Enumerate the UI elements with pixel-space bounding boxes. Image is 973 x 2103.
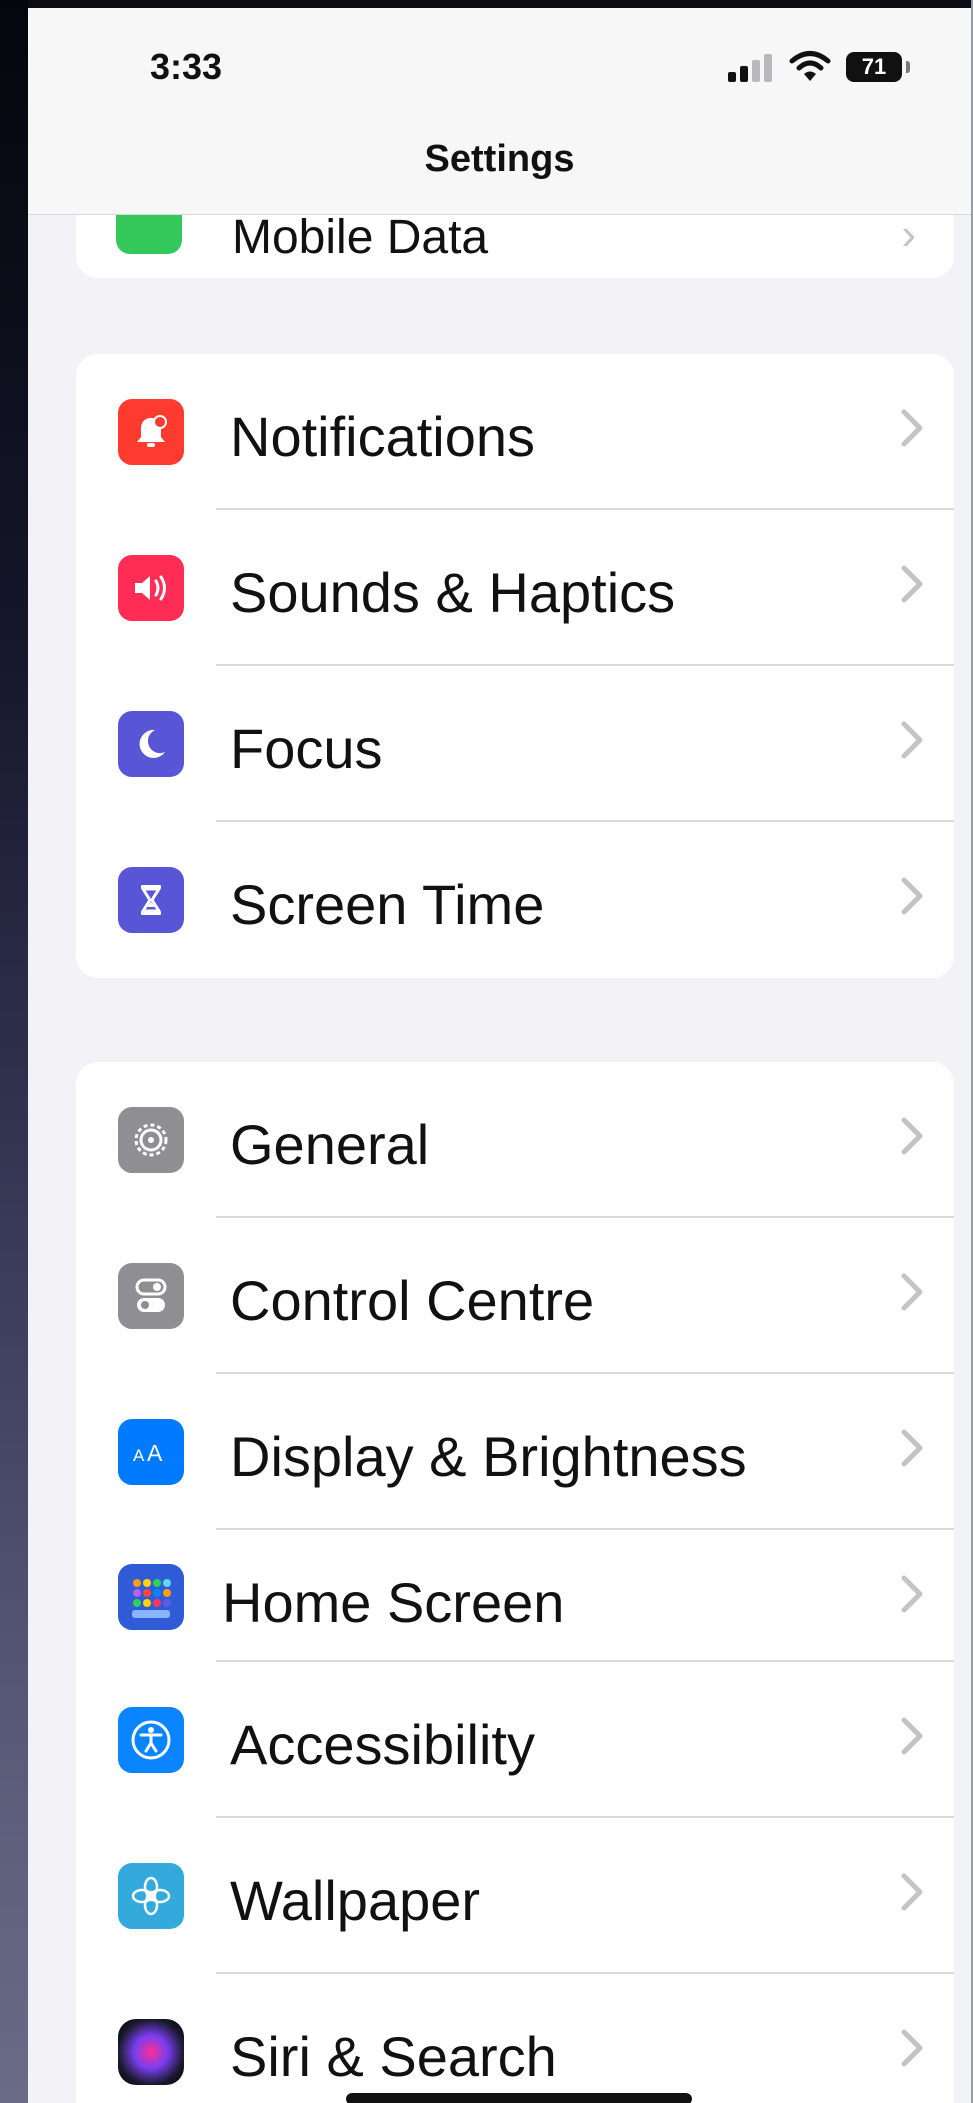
- chevron-right-icon: [901, 721, 923, 759]
- settings-row-general[interactable]: General: [76, 1062, 954, 1218]
- home-indicator[interactable]: [346, 2093, 692, 2103]
- svg-text:A: A: [147, 1440, 163, 1466]
- chevron-right-icon: ›: [901, 210, 916, 259]
- chevron-right-icon: [901, 1575, 923, 1613]
- row-label: Accessibility: [230, 1713, 535, 1776]
- row-label: Wallpaper: [230, 1869, 481, 1932]
- settings-group-general: General Control Centre A A Display & Bri…: [76, 1062, 954, 2103]
- mobile-data-label: Mobile Data: [232, 211, 489, 264]
- row-label: Control Centre: [230, 1269, 595, 1332]
- chevron-right-icon: [901, 1429, 923, 1467]
- app-grid-icon: [118, 1564, 184, 1630]
- row-label: Siri & Search: [230, 2025, 557, 2088]
- settings-row-screen-time[interactable]: Screen Time: [76, 822, 954, 978]
- battery-cap: [906, 61, 910, 73]
- row-label: General: [230, 1113, 430, 1176]
- chevron-right-icon: [901, 1717, 923, 1755]
- row-label: Screen Time: [230, 873, 545, 936]
- settings-group-notifications: Notifications Sounds & Haptics Focus Scr…: [76, 354, 954, 978]
- chevron-right-icon: [901, 1273, 923, 1311]
- settings-row-sounds-haptics[interactable]: Sounds & Haptics: [76, 510, 954, 666]
- moon-icon: [118, 711, 184, 777]
- chevron-right-icon: [901, 2029, 923, 2067]
- battery-icon: 71: [846, 52, 902, 82]
- settings-row-siri-search[interactable]: Siri & Search: [76, 1974, 954, 2103]
- settings-row-wallpaper[interactable]: Wallpaper: [76, 1818, 954, 1974]
- speaker-icon: [118, 555, 184, 621]
- row-label: Display & Brightness: [230, 1425, 747, 1488]
- hourglass-icon: [118, 867, 184, 933]
- chevron-right-icon: [901, 565, 923, 603]
- settings-row-control-centre[interactable]: Control Centre: [76, 1218, 954, 1374]
- gear-icon: [118, 1107, 184, 1173]
- row-label: Notifications: [230, 405, 536, 468]
- device-bezel-left: [0, 0, 28, 2103]
- flower-icon: [118, 1863, 184, 1929]
- settings-row-notifications[interactable]: Notifications: [76, 354, 954, 510]
- text-size-icon: A A: [118, 1419, 184, 1485]
- settings-row-display-brightness[interactable]: A A Display & Brightness: [76, 1374, 954, 1530]
- row-label: Focus: [230, 717, 383, 780]
- settings-row-focus[interactable]: Focus: [76, 666, 954, 822]
- svg-text:A: A: [133, 1446, 145, 1465]
- chevron-right-icon: [901, 409, 923, 447]
- chevron-right-icon: [901, 877, 923, 915]
- toggles-icon: [118, 1263, 184, 1329]
- bell-badge-icon: [118, 399, 184, 465]
- status-time: 3:33: [150, 46, 223, 87]
- settings-row-home-screen[interactable]: Home Screen: [76, 1530, 954, 1662]
- signal-icon: [728, 54, 776, 82]
- settings-row-accessibility[interactable]: Accessibility: [76, 1662, 954, 1818]
- row-label: Sounds & Haptics: [230, 561, 676, 624]
- phone-screen: 3:33 71 Settings Mobile Data › Notificat…: [28, 8, 971, 2103]
- row-label: Home Screen: [222, 1571, 565, 1634]
- siri-icon: [118, 2019, 184, 2085]
- navigation-bar: 3:33 71 Settings: [28, 8, 971, 215]
- chevron-right-icon: [901, 1873, 923, 1911]
- page-title: Settings: [424, 138, 575, 180]
- wifi-icon: [789, 51, 831, 81]
- accessibility-icon: [118, 1707, 184, 1773]
- chevron-right-icon: [901, 1117, 923, 1155]
